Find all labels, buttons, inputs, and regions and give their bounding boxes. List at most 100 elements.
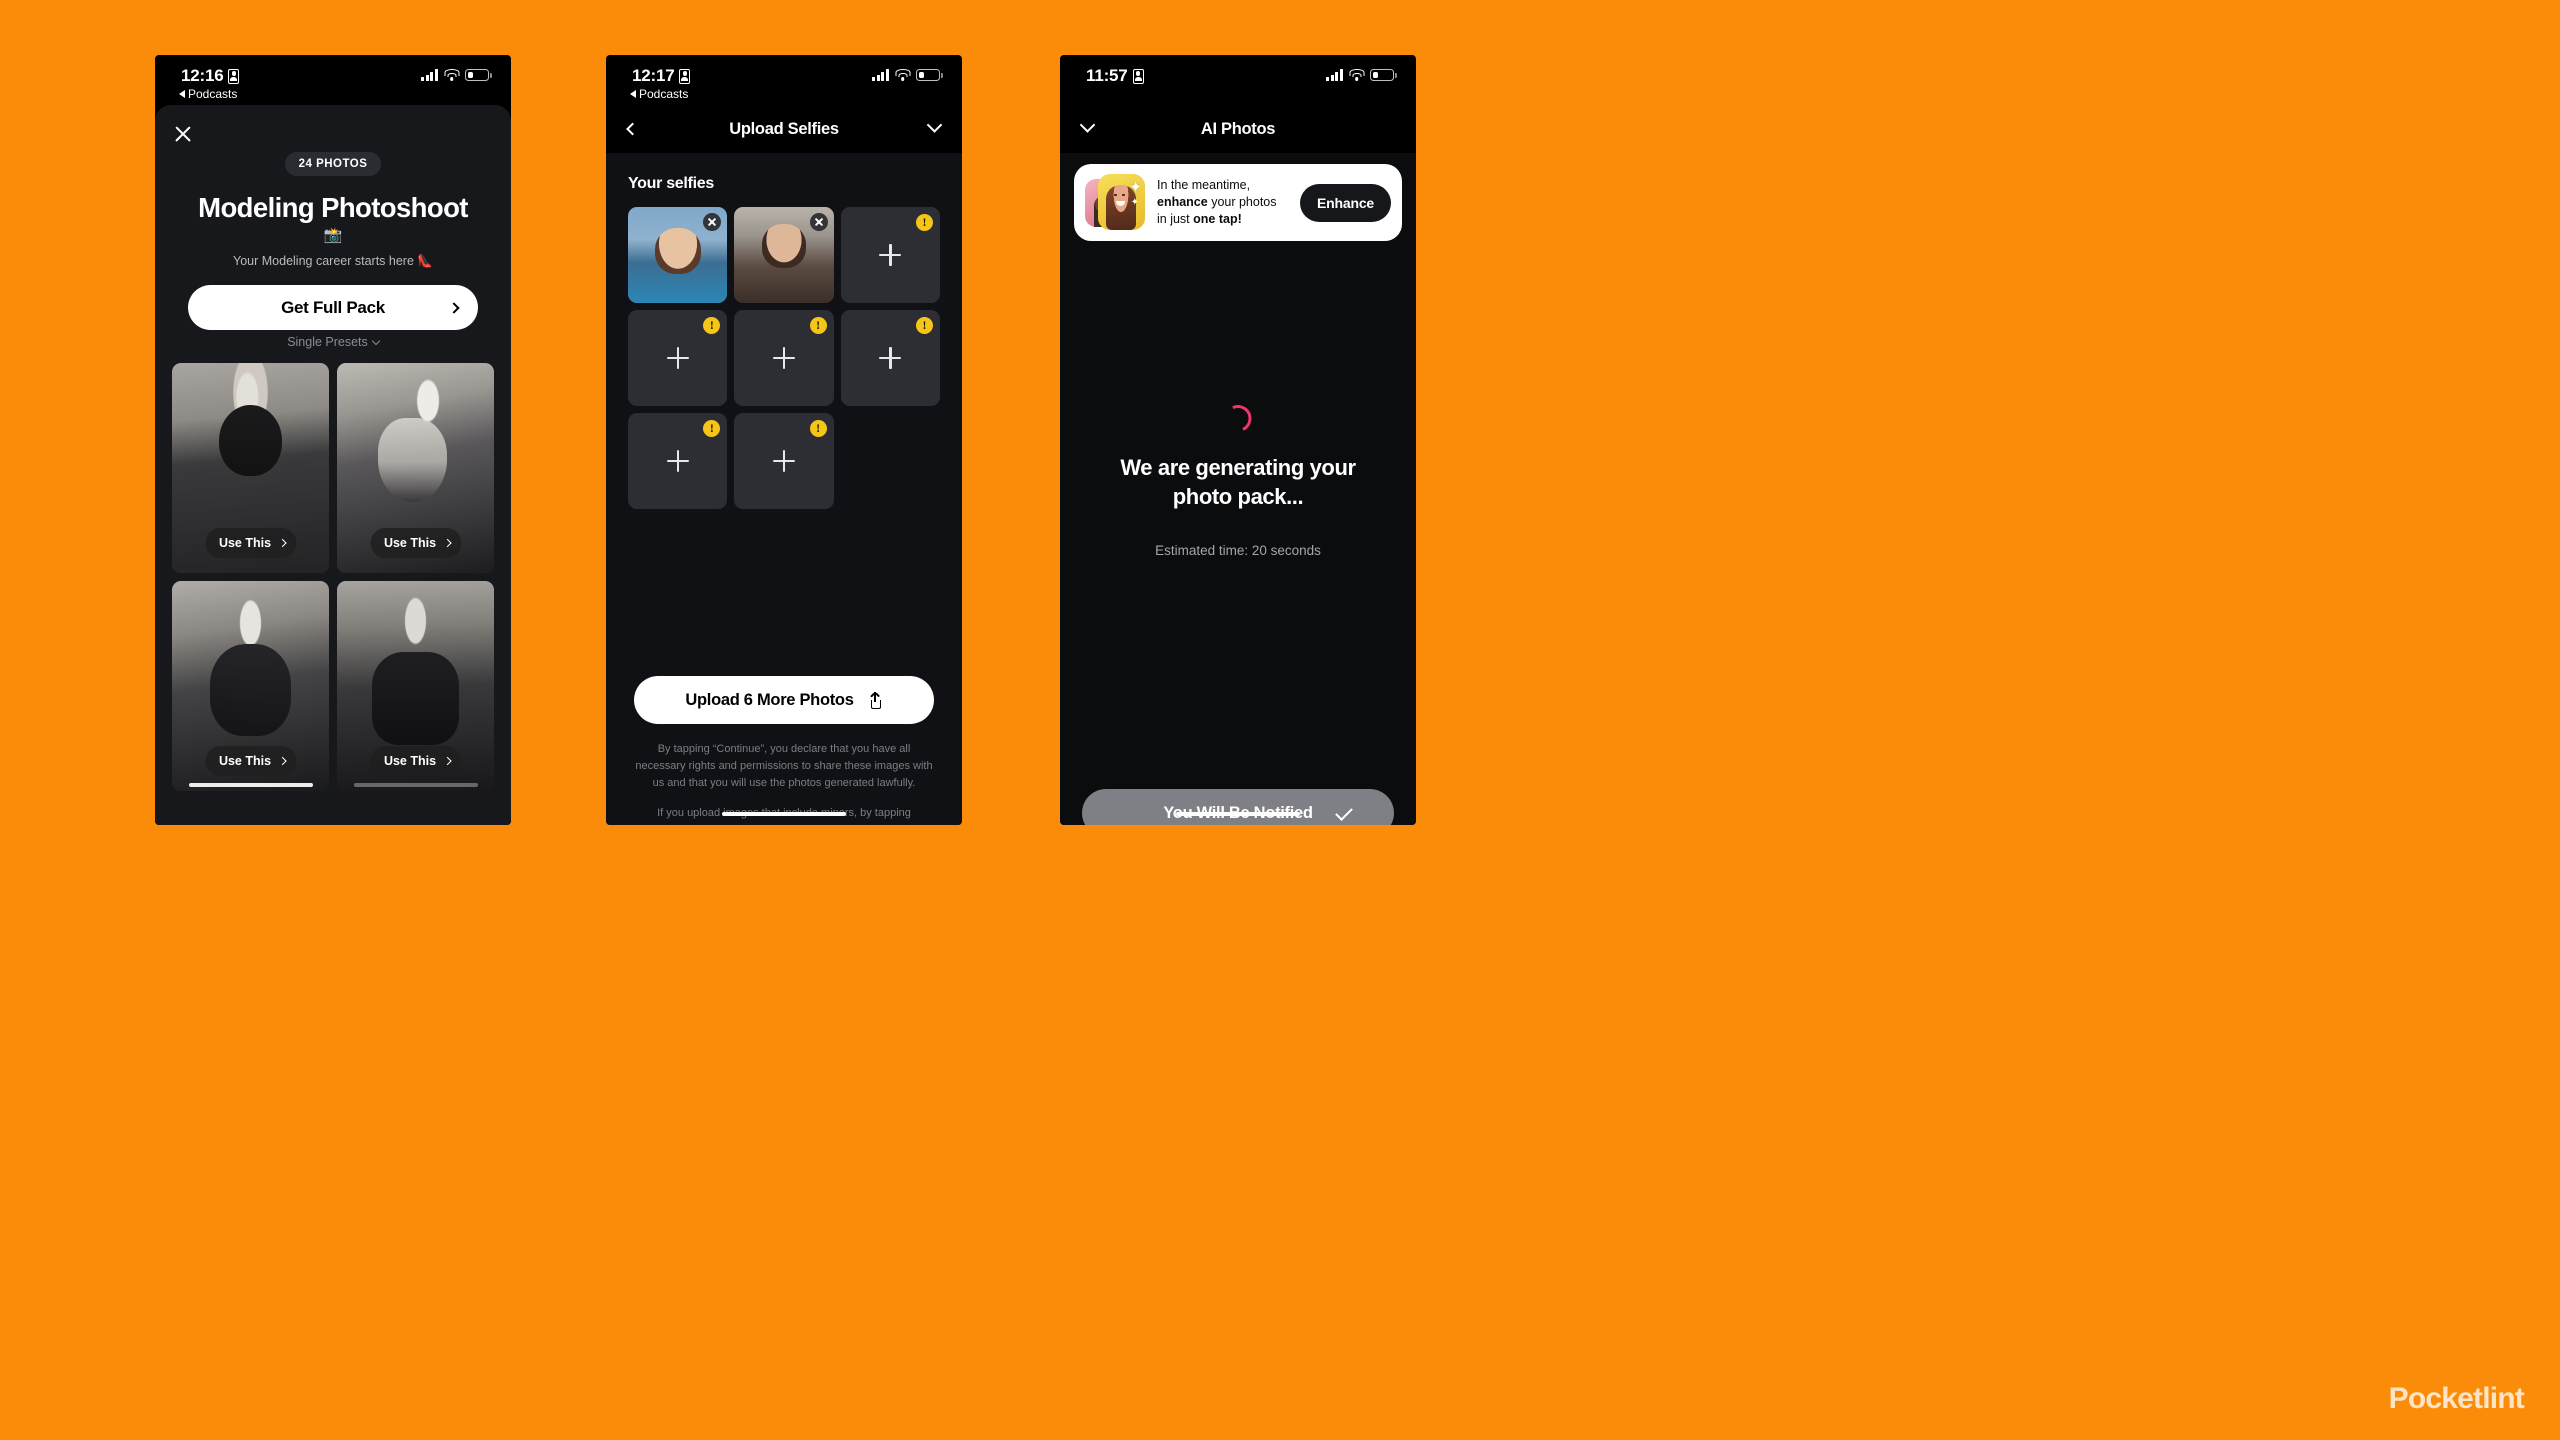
selfie-grid: ! ! ! ! ! ! [606,207,962,509]
status-indicators [1326,69,1397,81]
generating-title: We are generating your photo pack... [1120,455,1356,510]
promo-line-2-rest: your photos [1207,194,1277,209]
promo-line-3-pre: in just [1157,212,1194,227]
phone-screen-ai-photos: 11:57 AI Photos ✦ ✦ In the meantime, enh… [1060,55,1416,825]
promo-line-3-bold: one tap! [1193,212,1242,227]
promo-line-2-bold: enhance [1157,194,1208,209]
plus-icon [666,347,689,369]
close-icon[interactable] [809,213,828,231]
chevron-down-icon[interactable] [926,117,943,133]
ai-photos-body: ✦ ✦ In the meantime, enhance your photos… [1060,153,1416,825]
triangle-left-icon [179,90,185,98]
use-this-label: Use This [383,536,437,550]
preset-card-4[interactable]: Use This [337,581,494,791]
promo-line-1: In the meantime, [1157,177,1251,192]
enhance-promo-banner[interactable]: ✦ ✦ In the meantime, enhance your photos… [1074,164,1402,241]
selfie-slot-8[interactable]: ! [734,413,834,509]
promo-thumbnails: ✦ ✦ [1085,173,1147,232]
warning-icon: ! [809,420,827,437]
wifi-icon [1349,69,1364,81]
home-indicator[interactable] [722,811,846,816]
status-indicators [421,69,492,81]
status-bar: 12:17 Podcasts [606,55,962,105]
back-to-app-label: Podcasts [188,87,238,101]
estimated-time-label: Estimated time: 20 seconds [1155,543,1321,558]
upload-more-photos-label: Upload 6 More Photos [685,690,854,709]
cellular-signal-icon [872,69,889,81]
chevron-down-icon [371,336,381,345]
plus-icon [879,347,902,369]
back-to-app-link[interactable]: Podcasts [179,87,237,101]
plus-icon [666,450,689,472]
preset-card-3[interactable]: Use This [172,581,329,791]
status-bar: 11:57 [1060,55,1416,105]
lock-portrait-icon [1132,68,1144,84]
sparkle-icon: ✦ [1130,196,1139,208]
selfie-tile-1[interactable] [628,207,728,303]
use-this-button-1[interactable]: Use This [204,528,297,558]
get-full-pack-button[interactable]: Get Full Pack [188,285,478,330]
use-this-button-2[interactable]: Use This [369,528,462,558]
warning-icon: ! [916,214,933,231]
home-indicator[interactable] [1176,811,1300,816]
preset-card-2[interactable]: Use This [337,363,494,573]
page-subtitle: Your Modeling career starts here 👠 [233,254,433,268]
enhanced-photo-thumbnail: ✦ ✦ [1098,173,1145,230]
warning-icon: ! [703,317,721,334]
chevron-right-icon [442,538,452,548]
battery-icon [1370,69,1397,81]
promo-text: In the meantime, enhance your photos in … [1147,177,1300,229]
home-indicator [188,783,313,787]
triangle-left-icon [630,90,636,98]
status-bar: 12:16 Podcasts [155,55,511,105]
selfie-slot-5[interactable]: ! [734,310,834,406]
upload-more-photos-button[interactable]: Upload 6 More Photos [634,676,934,724]
battery-icon [916,69,943,81]
plus-icon [772,347,795,369]
watermark-pocketlint: Pocketlint [2388,1382,2525,1415]
section-label-your-selfies: Your selfies [628,175,714,192]
you-will-be-notified-button[interactable]: You Will Be Notified [1082,789,1394,825]
battery-icon [465,69,492,81]
chevron-left-icon[interactable] [626,122,639,136]
status-time-group: 12:17 [632,66,691,86]
nav-bar: Upload Selfies [606,105,962,153]
close-icon[interactable] [172,123,194,145]
status-time: 12:17 [632,66,675,85]
warning-icon: ! [809,317,827,334]
status-time: 12:16 [181,66,224,85]
selfie-slot-6[interactable]: ! [840,310,940,406]
use-this-label: Use This [218,754,272,768]
preset-card-1[interactable]: Use This [172,363,329,573]
chevron-right-icon [442,756,452,766]
loading-spinner [1220,401,1256,436]
lock-portrait-icon [228,68,240,84]
selfie-slot-4[interactable]: ! [628,310,728,406]
back-to-app-link[interactable]: Podcasts [630,87,688,101]
nav-bar: AI Photos [1060,105,1416,153]
page-title: Modeling Photoshoot [198,192,468,223]
photoshoot-sheet: 24 PHOTOS Modeling Photoshoot 📸 Your Mod… [155,105,511,825]
status-time: 11:57 [1086,66,1128,85]
plus-icon [772,450,795,472]
use-this-button-3[interactable]: Use This [204,746,297,776]
wifi-icon [444,69,459,81]
photo-count-badge: 24 PHOTOS [284,152,382,176]
nav-title: Upload Selfies [729,119,839,138]
get-full-pack-label: Get Full Pack [281,297,385,317]
lock-portrait-icon [679,68,691,84]
selfie-tile-2[interactable] [734,207,834,303]
chevron-down-icon[interactable] [1079,117,1096,133]
plus-icon [879,244,902,266]
enhance-button[interactable]: Enhance [1300,183,1391,222]
phone-screen-modeling-photoshoot: 12:16 Podcasts 24 PHOTOS Modeling Photos… [155,55,511,825]
use-this-button-4[interactable]: Use This [369,746,462,776]
selfie-slot-3[interactable]: ! [840,207,940,303]
home-indicator-shadow [353,783,478,787]
upload-body: Your selfies ! ! ! ! ! ! Upload 6 More P… [606,153,962,825]
single-presets-toggle[interactable]: Single Presets [188,335,478,349]
status-time-group: 11:57 [1086,66,1144,86]
selfie-slot-7[interactable]: ! [628,413,728,509]
warning-icon: ! [916,317,933,334]
status-indicators [872,69,943,81]
